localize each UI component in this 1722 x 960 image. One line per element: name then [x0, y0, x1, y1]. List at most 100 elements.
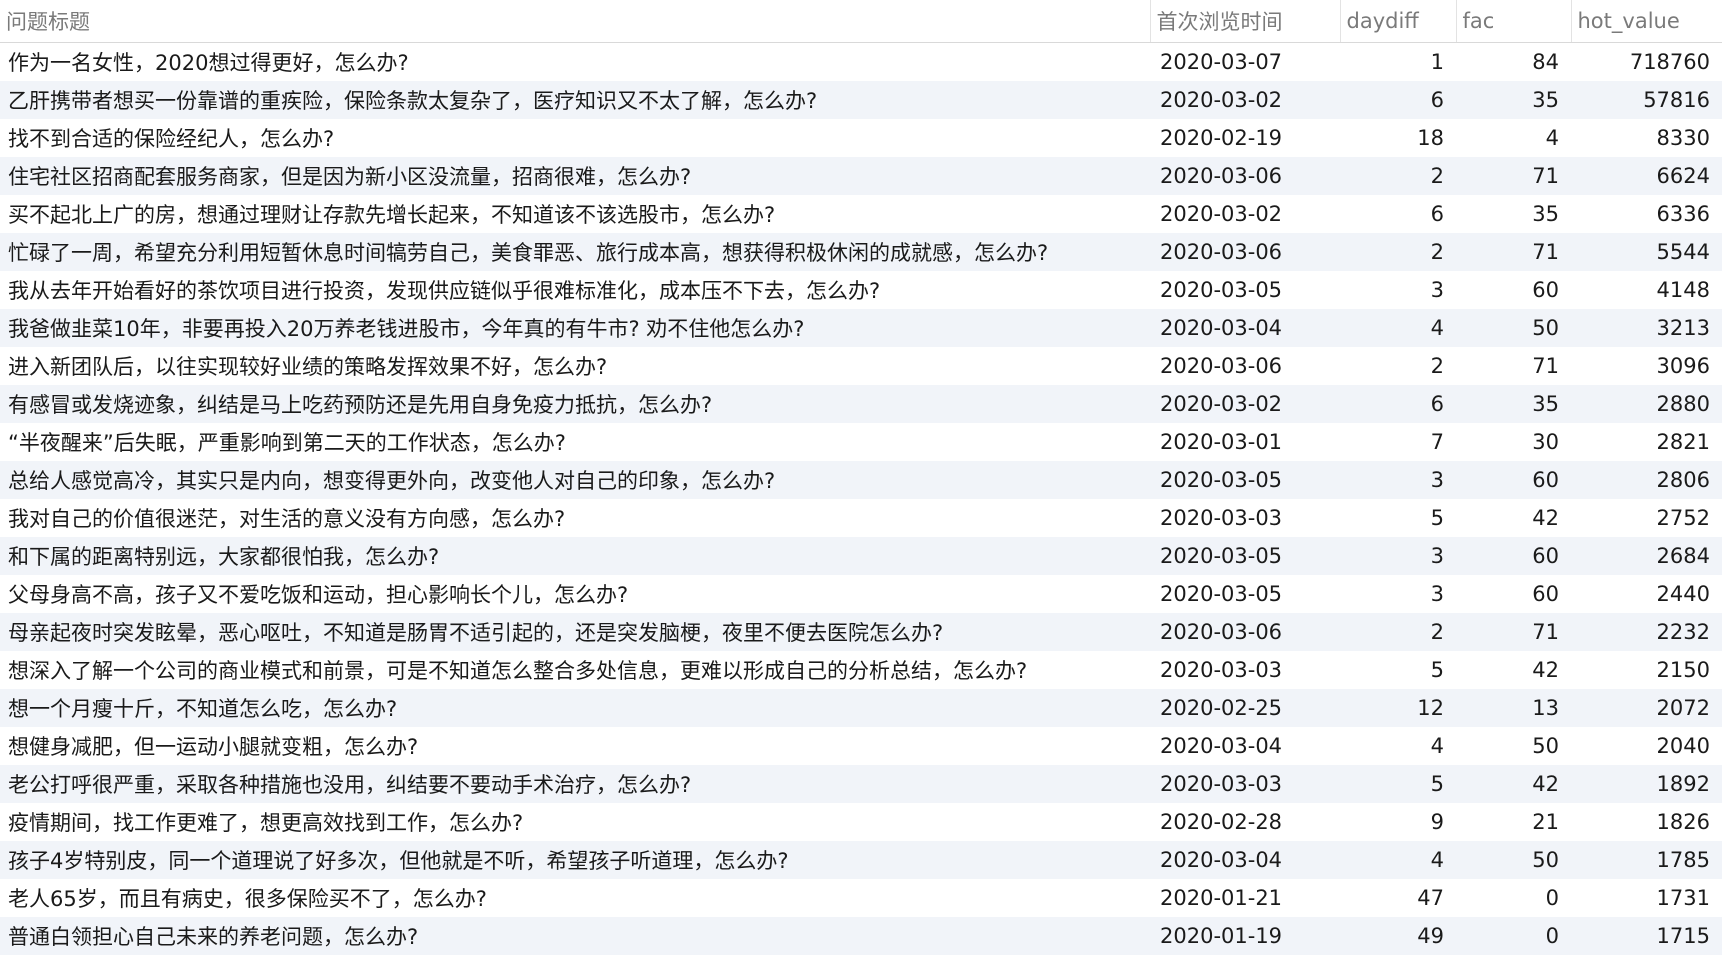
- cell-fac[interactable]: 60: [1456, 271, 1571, 309]
- cell-daydiff[interactable]: 18: [1340, 119, 1456, 157]
- cell-hot-value[interactable]: 1785: [1571, 841, 1722, 879]
- cell-hot-value[interactable]: 718760: [1571, 43, 1722, 81]
- cell-title[interactable]: 忙碌了一周，希望充分利用短暂休息时间犒劳自己，美食罪恶、旅行成本高，想获得积极休…: [0, 233, 1150, 271]
- cell-daydiff[interactable]: 4: [1340, 727, 1456, 765]
- table-row[interactable]: 总给人感觉高冷，其实只是内向，想变得更外向，改变他人对自己的印象，怎么办? 202…: [0, 460, 1722, 499]
- cell-title[interactable]: 普通白领担心自己未来的养老问题，怎么办?: [0, 917, 1150, 955]
- cell-date[interactable]: 2020-03-03: [1150, 499, 1340, 537]
- cell-fac[interactable]: 71: [1456, 613, 1571, 651]
- cell-title[interactable]: 我对自己的价值很迷茫，对生活的意义没有方向感，怎么办?: [0, 499, 1150, 537]
- cell-date[interactable]: 2020-03-04: [1150, 309, 1340, 347]
- cell-fac[interactable]: 42: [1456, 765, 1571, 803]
- cell-date[interactable]: 2020-03-04: [1150, 727, 1340, 765]
- cell-daydiff[interactable]: 3: [1340, 461, 1456, 499]
- cell-date[interactable]: 2020-03-06: [1150, 613, 1340, 651]
- table-row[interactable]: 我从去年开始看好的茶饮项目进行投资，发现供应链似乎很难标准化，成本压不下去，怎么…: [0, 271, 1722, 309]
- cell-date[interactable]: 2020-03-04: [1150, 841, 1340, 879]
- table-row[interactable]: 疫情期间，找工作更难了，想更高效找到工作，怎么办? 2020-02-28 9 21 18…: [0, 803, 1722, 841]
- cell-date[interactable]: 2020-03-05: [1150, 271, 1340, 309]
- cell-fac[interactable]: 71: [1456, 347, 1571, 385]
- cell-title[interactable]: 作为一名女性，2020想过得更好，怎么办?: [0, 43, 1150, 81]
- cell-title[interactable]: 我从去年开始看好的茶饮项目进行投资，发现供应链似乎很难标准化，成本压不下去，怎么…: [0, 271, 1150, 309]
- cell-title[interactable]: 母亲起夜时突发眩晕，恶心呕吐，不知道是肠胃不适引起的，还是突发脑梗，夜里不便去医…: [0, 613, 1150, 651]
- table-row[interactable]: 作为一名女性，2020想过得更好，怎么办? 2020-03-07 1 84 718760: [0, 43, 1722, 81]
- cell-hot-value[interactable]: 2752: [1571, 499, 1722, 537]
- cell-daydiff[interactable]: 9: [1340, 803, 1456, 841]
- cell-title[interactable]: “半夜醒来”后失眠，严重影响到第二天的工作状态，怎么办?: [0, 423, 1150, 461]
- cell-hot-value[interactable]: 1731: [1571, 879, 1722, 917]
- cell-title[interactable]: 父母身高不高，孩子又不爱吃饭和运动，担心影响长个儿，怎么办?: [0, 575, 1150, 613]
- table-row[interactable]: 乙肝携带者想买一份靠谱的重疾险，保险条款太复杂了，医疗知识又不太了解，怎么办? 2…: [0, 80, 1722, 119]
- cell-daydiff[interactable]: 1: [1340, 43, 1456, 81]
- cell-hot-value[interactable]: 1826: [1571, 803, 1722, 841]
- cell-daydiff[interactable]: 3: [1340, 575, 1456, 613]
- cell-hot-value[interactable]: 2040: [1571, 727, 1722, 765]
- cell-hot-value[interactable]: 1715: [1571, 917, 1722, 955]
- cell-daydiff[interactable]: 12: [1340, 689, 1456, 727]
- cell-date[interactable]: 2020-03-01: [1150, 423, 1340, 461]
- cell-title[interactable]: 疫情期间，找工作更难了，想更高效找到工作，怎么办?: [0, 803, 1150, 841]
- cell-hot-value[interactable]: 8330: [1571, 119, 1722, 157]
- cell-hot-value[interactable]: 2880: [1571, 385, 1722, 423]
- cell-daydiff[interactable]: 47: [1340, 879, 1456, 917]
- cell-date[interactable]: 2020-03-03: [1150, 765, 1340, 803]
- cell-daydiff[interactable]: 4: [1340, 309, 1456, 347]
- cell-daydiff[interactable]: 2: [1340, 347, 1456, 385]
- table-row[interactable]: 老公打呼很严重，采取各种措施也没用，纠结要不要动手术治疗，怎么办? 2020-03…: [0, 764, 1722, 803]
- cell-daydiff[interactable]: 4: [1340, 841, 1456, 879]
- table-row[interactable]: 我爸做韭菜10年，非要再投入20万养老钱进股市，今年真的有牛市? 劝不住他怎么办…: [0, 308, 1722, 347]
- column-header-fac[interactable]: fac: [1456, 0, 1572, 43]
- table-row[interactable]: 住宅社区招商配套服务商家，但是因为新小区没流量，招商很难，怎么办? 2020-03…: [0, 156, 1722, 195]
- cell-daydiff[interactable]: 3: [1340, 537, 1456, 575]
- cell-daydiff[interactable]: 5: [1340, 651, 1456, 689]
- cell-title[interactable]: 总给人感觉高冷，其实只是内向，想变得更外向，改变他人对自己的印象，怎么办?: [0, 461, 1150, 499]
- table-row[interactable]: 买不起北上广的房，想通过理财让存款先增长起来，不知道该不该选股市，怎么办? 202…: [0, 195, 1722, 233]
- cell-hot-value[interactable]: 2821: [1571, 423, 1722, 461]
- cell-title[interactable]: 住宅社区招商配套服务商家，但是因为新小区没流量，招商很难，怎么办?: [0, 157, 1150, 195]
- cell-fac[interactable]: 0: [1456, 879, 1571, 917]
- table-row[interactable]: 普通白领担心自己未来的养老问题，怎么办? 2020-01-19 49 0 1715: [0, 916, 1722, 955]
- cell-title[interactable]: 想一个月瘦十斤，不知道怎么吃，怎么办?: [0, 689, 1150, 727]
- cell-hot-value[interactable]: 57816: [1571, 81, 1722, 119]
- cell-hot-value[interactable]: 1892: [1571, 765, 1722, 803]
- table-row[interactable]: 想深入了解一个公司的商业模式和前景，可是不知道怎么整合多处信息，更难以形成自己的…: [0, 651, 1722, 689]
- cell-title[interactable]: 找不到合适的保险经纪人，怎么办?: [0, 119, 1150, 157]
- cell-date[interactable]: 2020-03-06: [1150, 157, 1340, 195]
- cell-title[interactable]: 想健身减肥，但一运动小腿就变粗，怎么办?: [0, 727, 1150, 765]
- table-row[interactable]: 找不到合适的保险经纪人，怎么办? 2020-02-19 18 4 8330: [0, 119, 1722, 157]
- cell-hot-value[interactable]: 5544: [1571, 233, 1722, 271]
- cell-daydiff[interactable]: 6: [1340, 385, 1456, 423]
- cell-title[interactable]: 老公打呼很严重，采取各种措施也没用，纠结要不要动手术治疗，怎么办?: [0, 765, 1150, 803]
- cell-fac[interactable]: 13: [1456, 689, 1571, 727]
- table-row[interactable]: 孩子4岁特别皮，同一个道理说了好多次，但他就是不听，希望孩子听道理，怎么办? 20…: [0, 840, 1722, 879]
- cell-fac[interactable]: 60: [1456, 575, 1571, 613]
- cell-fac[interactable]: 71: [1456, 157, 1571, 195]
- cell-fac[interactable]: 35: [1456, 385, 1571, 423]
- cell-title[interactable]: 老人65岁，而且有病史，很多保险买不了，怎么办?: [0, 879, 1150, 917]
- cell-date[interactable]: 2020-03-05: [1150, 575, 1340, 613]
- cell-fac[interactable]: 42: [1456, 651, 1571, 689]
- cell-daydiff[interactable]: 2: [1340, 233, 1456, 271]
- column-header-title[interactable]: 问题标题: [0, 0, 1151, 43]
- cell-fac[interactable]: 4: [1456, 119, 1571, 157]
- cell-date[interactable]: 2020-03-05: [1150, 461, 1340, 499]
- table-row[interactable]: 进入新团队后，以往实现较好业绩的策略发挥效果不好，怎么办? 2020-03-06 2…: [0, 347, 1722, 385]
- cell-date[interactable]: 2020-02-28: [1150, 803, 1340, 841]
- cell-fac[interactable]: 50: [1456, 309, 1571, 347]
- cell-hot-value[interactable]: 3213: [1571, 309, 1722, 347]
- cell-title[interactable]: 进入新团队后，以往实现较好业绩的策略发挥效果不好，怎么办?: [0, 347, 1150, 385]
- table-row[interactable]: 父母身高不高，孩子又不爱吃饭和运动，担心影响长个儿，怎么办? 2020-03-05…: [0, 575, 1722, 613]
- table-row[interactable]: 想一个月瘦十斤，不知道怎么吃，怎么办? 2020-02-25 12 13 2072: [0, 688, 1722, 727]
- cell-hot-value[interactable]: 2150: [1571, 651, 1722, 689]
- cell-daydiff[interactable]: 3: [1340, 271, 1456, 309]
- cell-date[interactable]: 2020-02-19: [1150, 119, 1340, 157]
- cell-daydiff[interactable]: 7: [1340, 423, 1456, 461]
- cell-date[interactable]: 2020-03-02: [1150, 81, 1340, 119]
- cell-fac[interactable]: 50: [1456, 841, 1571, 879]
- cell-hot-value[interactable]: 3096: [1571, 347, 1722, 385]
- cell-title[interactable]: 买不起北上广的房，想通过理财让存款先增长起来，不知道该不该选股市，怎么办?: [0, 195, 1150, 233]
- cell-fac[interactable]: 60: [1456, 537, 1571, 575]
- cell-fac[interactable]: 84: [1456, 43, 1571, 81]
- cell-title[interactable]: 孩子4岁特别皮，同一个道理说了好多次，但他就是不听，希望孩子听道理，怎么办?: [0, 841, 1150, 879]
- cell-daydiff[interactable]: 5: [1340, 499, 1456, 537]
